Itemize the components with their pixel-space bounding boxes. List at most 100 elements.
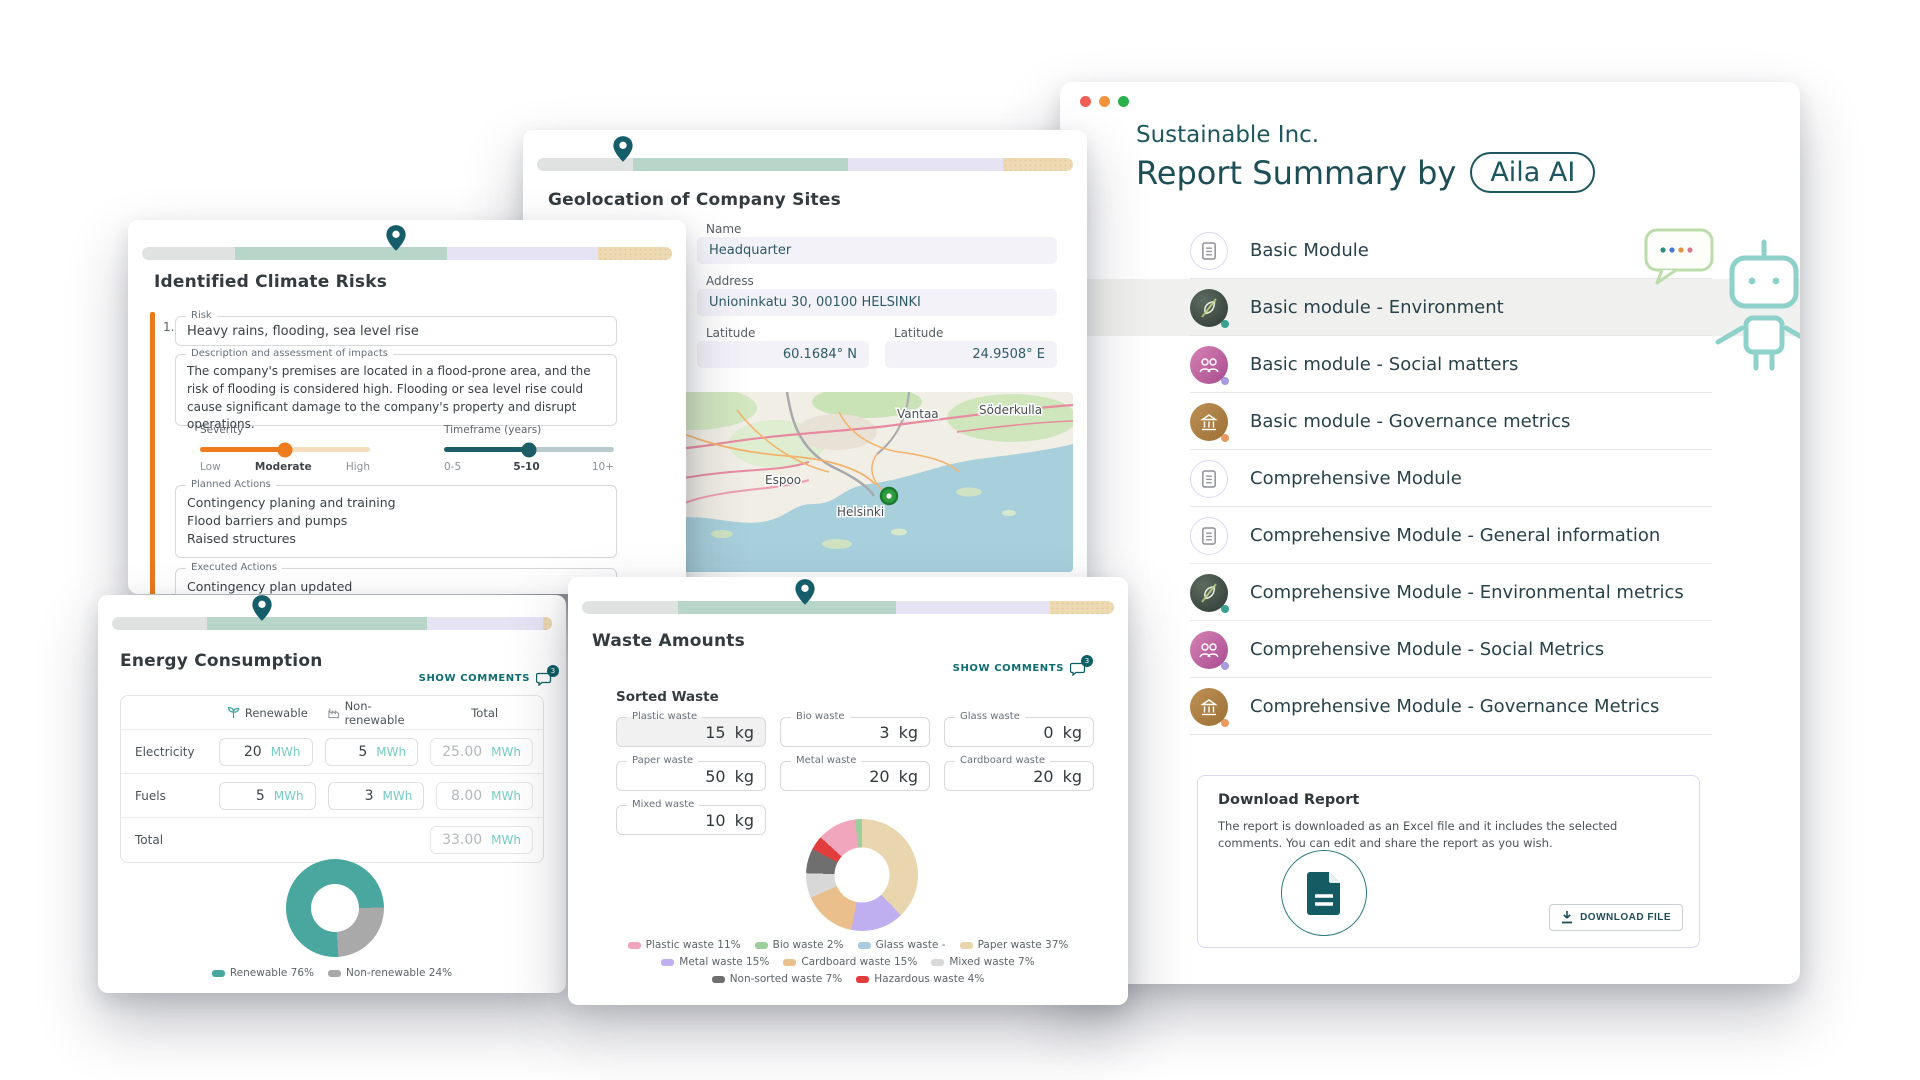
module-row-comprehensive-general[interactable]: Comprehensive Module - General informati… [1060,507,1800,564]
name-input[interactable]: Headquarter [697,237,1057,264]
leaf-icon [1190,574,1228,612]
leaf-icon [1190,289,1228,327]
show-comments-button[interactable]: SHOW COMMENTS 3 [419,671,552,685]
location-pin-icon[interactable] [385,224,407,252]
status-dot [1221,434,1229,442]
comment-icon: 3 [536,671,552,685]
severity-tick-low: Low [200,461,221,473]
energy-table: Renewable Non-renewable Total Electricit… [120,695,544,863]
bank-icon [1190,688,1228,726]
location-pin-icon[interactable] [794,578,816,606]
latitude-label: Latitude [706,326,755,340]
close-window-icon[interactable] [1080,96,1091,107]
download-file-button[interactable]: DOWNLOAD FILE [1549,904,1683,931]
energy-consumption-card: Energy Consumption SHOW COMMENTS 3 Renew… [98,595,566,993]
status-dot [1221,320,1229,328]
comment-icon: 3 [1070,661,1086,675]
app-canvas: Sustainable Inc. Report Summary by Aila … [0,0,1920,1080]
column-renewable: Renewable [245,706,308,720]
metal-waste-input[interactable]: Metal waste20kg [780,761,930,791]
legend-item: Plastic waste 11% [628,939,741,951]
planned-action-line: Flood barriers and pumps [187,512,605,530]
location-pin-icon[interactable] [612,135,634,163]
severity-thumb[interactable] [278,442,293,457]
longitude-input[interactable]: 24.9508° E [885,341,1057,368]
document-icon [1190,232,1228,270]
timeframe-track[interactable] [444,447,614,452]
people-icon [1190,631,1228,669]
renewable-seedling-icon [227,706,240,719]
fuels-nonrenewable-input[interactable]: 3MWh [328,782,425,810]
impact-textarea[interactable]: Description and assessment of impacts Th… [175,354,617,426]
timeframe-label: Timeframe (years) [444,424,614,436]
module-row-comprehensive-environmental[interactable]: Comprehensive Module - Environmental met… [1060,564,1800,621]
module-row-basic-governance[interactable]: Basic module - Governance metrics [1060,393,1800,450]
bio-waste-input[interactable]: Bio waste3kg [780,717,930,747]
module-label: Basic module - Governance metrics [1250,411,1570,432]
name-label: Name [706,222,741,236]
electricity-total-field: 25.00MWh [430,738,533,766]
card-title: Geolocation of Company Sites [548,190,841,210]
impact-label: Description and assessment of impacts [186,348,393,359]
planned-actions-textarea[interactable]: Planned Actions Contingency planing and … [175,485,617,558]
show-comments-label: SHOW COMMENTS [953,663,1064,674]
location-pin-icon[interactable] [251,595,273,622]
severity-track[interactable] [200,447,370,452]
table-row-fuels: Fuels 5MWh 3MWh 8.00MWh [121,774,543,818]
column-nonrenewable: Non-renewable [345,699,425,727]
maximize-window-icon[interactable] [1118,96,1129,107]
glass-waste-input[interactable]: Glass waste0kg [944,717,1094,747]
timeframe-tick-0-5: 0-5 [444,461,461,473]
progress-bar [582,601,1114,614]
name-value: Headquarter [709,243,791,258]
legend-item: Mixed waste 7% [931,956,1034,968]
plastic-waste-input[interactable]: Plastic waste15kg [616,717,766,747]
risk-label: Risk [186,310,217,321]
risk-input[interactable]: Risk Heavy rains, flooding, sea level ri… [175,316,617,346]
electricity-nonrenewable-input[interactable]: 5MWh [325,738,419,766]
risk-item-number: 1. [163,320,174,334]
status-dot [1221,719,1229,727]
module-label: Comprehensive Module - General informati… [1250,525,1660,546]
non-renewable-factory-icon [328,707,340,719]
paper-waste-input[interactable]: Paper waste50kg [616,761,766,791]
module-label: Basic module - Social matters [1250,354,1518,375]
progress-bar [142,247,672,260]
timeframe-thumb[interactable] [522,442,537,457]
module-row-comprehensive-governance[interactable]: Comprehensive Module - Governance Metric… [1060,678,1800,735]
severity-tick-moderate: Moderate [255,461,312,473]
electricity-renewable-input[interactable]: 20MWh [219,738,313,766]
mixed-waste-input[interactable]: Mixed waste10kg [616,805,766,835]
map-label-vantaa: Vantaa [897,407,939,421]
latitude-input[interactable]: 60.1684° N [697,341,869,368]
legend-item: Hazardous waste 4% [856,973,984,985]
module-row-comprehensive-social[interactable]: Comprehensive Module - Social Metrics [1060,621,1800,678]
card-title: Identified Climate Risks [154,272,387,292]
aila-ai-badge: Aila AI [1470,152,1595,193]
module-label: Comprehensive Module - Social Metrics [1250,639,1604,660]
energy-table-header: Renewable Non-renewable Total [121,696,543,730]
legend-item: Metal waste 15% [661,956,769,968]
row-label: Fuels [131,789,207,803]
address-input[interactable]: Unioninkatu 30, 00100 HELSINKI [697,289,1057,316]
legend-item: Bio waste 2% [755,939,844,951]
module-label: Comprehensive Module - Governance Metric… [1250,696,1659,717]
waste-amounts-card: Waste Amounts SHOW COMMENTS 3 Sorted Was… [568,577,1128,1005]
minimize-window-icon[interactable] [1099,96,1110,107]
report-summary-window: Sustainable Inc. Report Summary by Aila … [1060,82,1800,984]
table-row-total: Total 33.00MWh [121,818,543,862]
legend-item: Non-renewable 24% [328,967,452,979]
address-label: Address [706,274,754,288]
module-row-comprehensive[interactable]: Comprehensive Module [1060,450,1800,507]
window-controls [1080,96,1129,107]
fuels-renewable-input[interactable]: 5MWh [219,782,316,810]
cardboard-waste-input[interactable]: Cardboard waste20kg [944,761,1094,791]
executed-actions-textarea[interactable]: Executed Actions Contingency plan update… [175,568,617,594]
fuels-total-field: 8.00MWh [436,782,533,810]
grand-total-field: 33.00MWh [430,826,533,854]
excel-file-icon [1281,850,1367,936]
status-dot [1221,662,1229,670]
download-icon [1561,911,1573,924]
show-comments-button[interactable]: SHOW COMMENTS 3 [953,661,1086,675]
company-name: Sustainable Inc. [1136,122,1319,148]
